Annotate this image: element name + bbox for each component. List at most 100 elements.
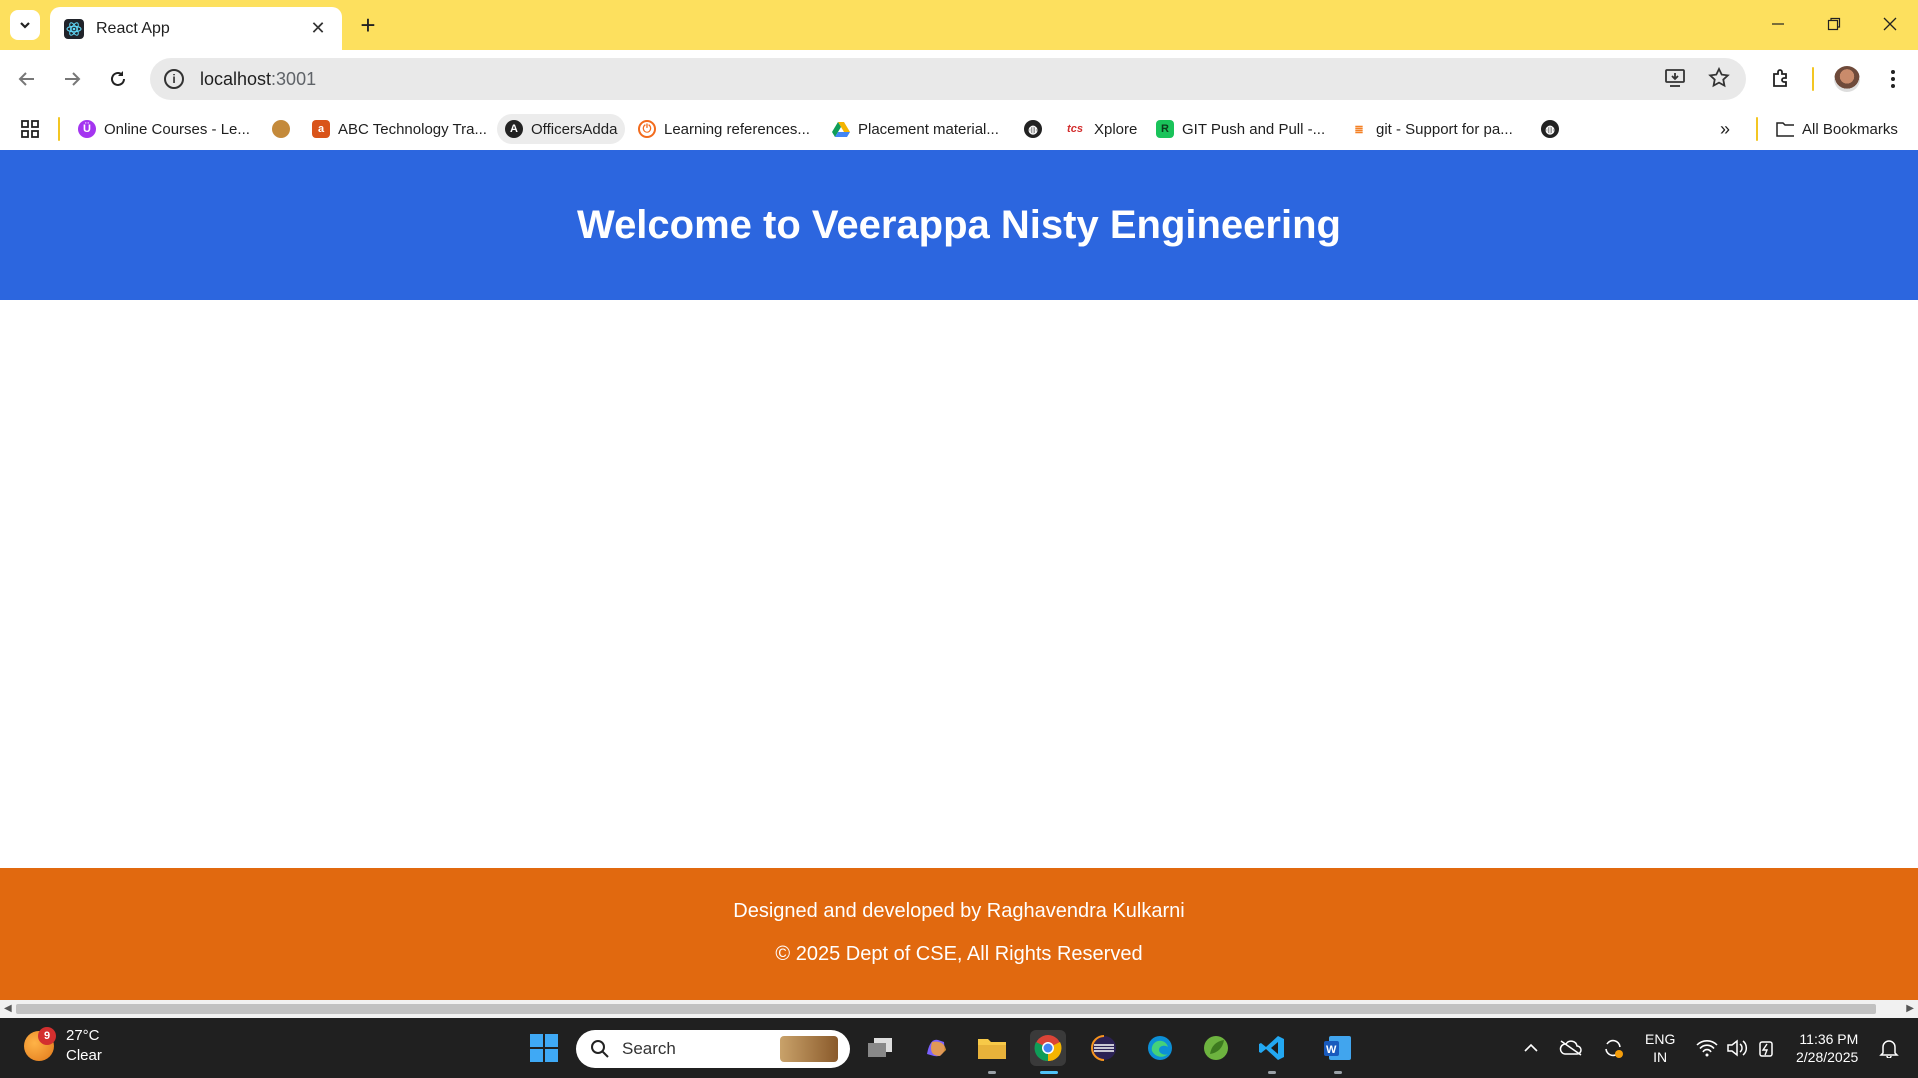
bookmark-placement-material[interactable]: Placement material...: [832, 114, 999, 144]
stackoverflow-icon: ≣: [1354, 123, 1364, 136]
spring-leaf-icon: [1204, 1036, 1228, 1060]
taskbar-search[interactable]: Search: [576, 1030, 850, 1068]
volume-icon: [1727, 1039, 1748, 1057]
more-bookmarks-button[interactable]: »: [1720, 114, 1730, 144]
scroll-left-icon[interactable]: ◀: [4, 1003, 12, 1014]
menu-button[interactable]: [1878, 64, 1908, 94]
task-view-icon: [868, 1038, 892, 1057]
reload-button[interactable]: [103, 64, 133, 94]
onedrive-tray[interactable]: [1558, 1030, 1584, 1066]
bookmark-learning-references[interactable]: ⏻ Learning references...: [638, 114, 810, 144]
git-icon: R: [1156, 120, 1174, 138]
tab-search-button[interactable]: [10, 10, 40, 40]
clock-time: 11:36 PM: [1799, 1031, 1859, 1047]
edge-button[interactable]: [1142, 1030, 1178, 1066]
bookmark-globe-2[interactable]: ◍: [1541, 114, 1567, 144]
bookmark-globe-1[interactable]: ◍: [1024, 114, 1050, 144]
google-drive-icon: [832, 120, 850, 138]
bookmark-git-support[interactable]: ≣ git - Support for pa...: [1350, 114, 1512, 144]
avatar: [1834, 66, 1860, 92]
bookmark-git-push-pull[interactable]: R GIT Push and Pull -...: [1156, 114, 1325, 144]
power-icon: ⏻: [638, 120, 656, 138]
show-hidden-icons-button[interactable]: [1520, 1030, 1542, 1066]
bookmark-officersadda[interactable]: A OfficersAdda: [497, 114, 626, 144]
notification-bell-icon: [1879, 1040, 1899, 1058]
globe-icon: ◍: [1541, 120, 1559, 138]
reload-icon: [111, 71, 125, 86]
bookmark-abc-technology[interactable]: a ABC Technology Tra...: [312, 114, 487, 144]
close-window-button[interactable]: [1868, 8, 1912, 40]
copilot-button[interactable]: [918, 1030, 954, 1066]
forward-button[interactable]: [57, 64, 87, 94]
close-tab-icon[interactable]: ✕: [308, 18, 328, 39]
notification-badge: 9: [38, 1027, 56, 1045]
taskbar: 9 27°C Clear Search W ENG IN 11:36 PM 2/…: [0, 1018, 1918, 1078]
site-footer: Designed and developed by Raghavendra Ku…: [0, 868, 1918, 1000]
scroll-right-icon[interactable]: ▶: [1906, 1003, 1914, 1014]
running-indicator: [1268, 1071, 1276, 1074]
weather-moon-icon: 9: [24, 1027, 56, 1061]
eclipse-button[interactable]: [1086, 1030, 1122, 1066]
notifications-button[interactable]: [1876, 1030, 1902, 1066]
tcs-icon: tcs: [1067, 123, 1083, 135]
start-button[interactable]: [526, 1030, 562, 1066]
page-title: Welcome to Veerappa Nisty Engineering: [577, 202, 1341, 247]
bookmark-online-courses[interactable]: Ü Online Courses - Le...: [78, 114, 250, 144]
task-view-button[interactable]: [862, 1030, 898, 1066]
apps-button[interactable]: [20, 114, 40, 144]
active-indicator: [1040, 1071, 1058, 1074]
wifi-tray[interactable]: [1694, 1030, 1720, 1066]
back-button[interactable]: [12, 64, 42, 94]
site-info-icon[interactable]: i: [164, 69, 184, 89]
all-bookmarks-button[interactable]: All Bookmarks: [1776, 114, 1898, 144]
spring-tools-button[interactable]: [1198, 1030, 1234, 1066]
apps-grid-icon: [21, 120, 39, 138]
search-icon: [591, 1040, 609, 1058]
word-button[interactable]: W: [1320, 1030, 1356, 1066]
sync-tray[interactable]: [1600, 1030, 1626, 1066]
extensions-button[interactable]: [1766, 64, 1796, 94]
running-indicator: [988, 1071, 996, 1074]
windows-logo-icon: [530, 1034, 558, 1062]
weather-temp: 27°C: [66, 1027, 100, 1044]
restore-button[interactable]: [1812, 8, 1856, 40]
sync-icon: [1605, 1039, 1623, 1058]
address-bar[interactable]: i localhost:3001: [150, 58, 1746, 100]
edge-icon: [1148, 1036, 1172, 1060]
file-explorer-button[interactable]: [974, 1030, 1010, 1066]
chrome-button[interactable]: [1030, 1030, 1066, 1066]
bookmark-star-icon[interactable]: [1708, 67, 1730, 89]
tab-strip: React App ✕ +: [0, 0, 1918, 50]
bookmark-xplore[interactable]: tcs Xplore: [1064, 114, 1137, 144]
weather-widget[interactable]: 9 27°C Clear: [24, 1026, 102, 1066]
clock[interactable]: 11:36 PM 2/28/2025: [1796, 1030, 1858, 1066]
emblem-icon: [272, 120, 290, 138]
bookmark-emblem[interactable]: [272, 114, 298, 144]
search-placeholder: Search: [622, 1039, 676, 1058]
close-icon: [1883, 17, 1897, 31]
profile-button[interactable]: [1832, 64, 1862, 94]
install-app-icon[interactable]: [1664, 67, 1686, 89]
bookmarks-separator-right: [1756, 117, 1758, 141]
globe-icon: ◍: [1024, 120, 1042, 138]
battery-tray[interactable]: [1754, 1030, 1780, 1066]
toolbar-separator: [1812, 67, 1814, 91]
vscode-icon: [1259, 1036, 1284, 1060]
horizontal-scrollbar[interactable]: ◀ ▶: [0, 1000, 1918, 1018]
language-indicator[interactable]: ENG IN: [1645, 1030, 1675, 1066]
running-indicator: [1334, 1071, 1342, 1074]
minimize-button[interactable]: [1756, 8, 1800, 40]
tab-title: React App: [96, 19, 170, 37]
scrollbar-thumb[interactable]: [16, 1004, 1876, 1014]
vscode-button[interactable]: [1254, 1030, 1290, 1066]
bookmarks-separator: [58, 117, 60, 141]
clock-date: 2/28/2025: [1796, 1049, 1859, 1065]
volume-tray[interactable]: [1724, 1030, 1750, 1066]
tab-react-app[interactable]: React App ✕: [50, 7, 342, 50]
folder-icon: [978, 1039, 1006, 1059]
new-tab-button[interactable]: +: [353, 10, 383, 40]
officersadda-icon: A: [505, 120, 523, 138]
cloud-offline-icon: [1559, 1040, 1582, 1056]
wifi-icon: [1696, 1040, 1718, 1057]
arrow-right-icon: [65, 72, 81, 86]
